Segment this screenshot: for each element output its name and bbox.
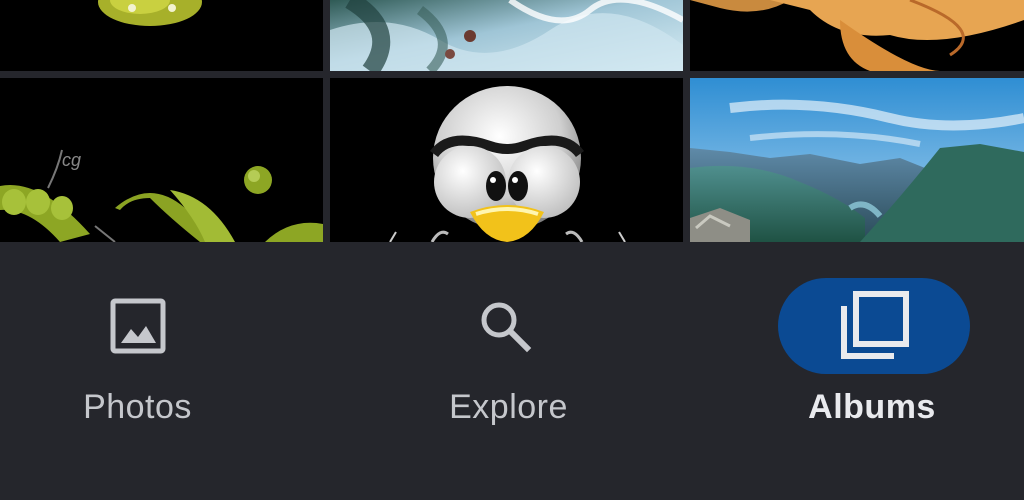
photo-thumbnail[interactable]: [690, 0, 1024, 71]
nav-item-explore[interactable]: Explore: [333, 242, 674, 500]
nav-item-albums[interactable]: Albums: [700, 242, 1024, 500]
nav-label-photos: Photos: [83, 388, 192, 426]
nav-label-explore: Explore: [449, 388, 568, 426]
image-icon: [102, 290, 174, 362]
photo-thumbnail[interactable]: [0, 0, 323, 71]
photo-grid: cg: [0, 0, 1024, 242]
search-icon: [469, 290, 541, 362]
albums-icon: [838, 290, 910, 362]
photo-thumbnail[interactable]: [330, 78, 683, 242]
photo-thumbnail[interactable]: [690, 78, 1024, 242]
nav-item-photos[interactable]: Photos: [0, 242, 341, 500]
photo-thumbnail[interactable]: [330, 0, 683, 71]
nav-label-albums: Albums: [808, 388, 936, 426]
bottom-navigation-bar: Photos Explore Albums: [0, 242, 1024, 500]
svg-text:cg: cg: [62, 150, 81, 170]
photo-thumbnail[interactable]: cg: [0, 78, 323, 242]
